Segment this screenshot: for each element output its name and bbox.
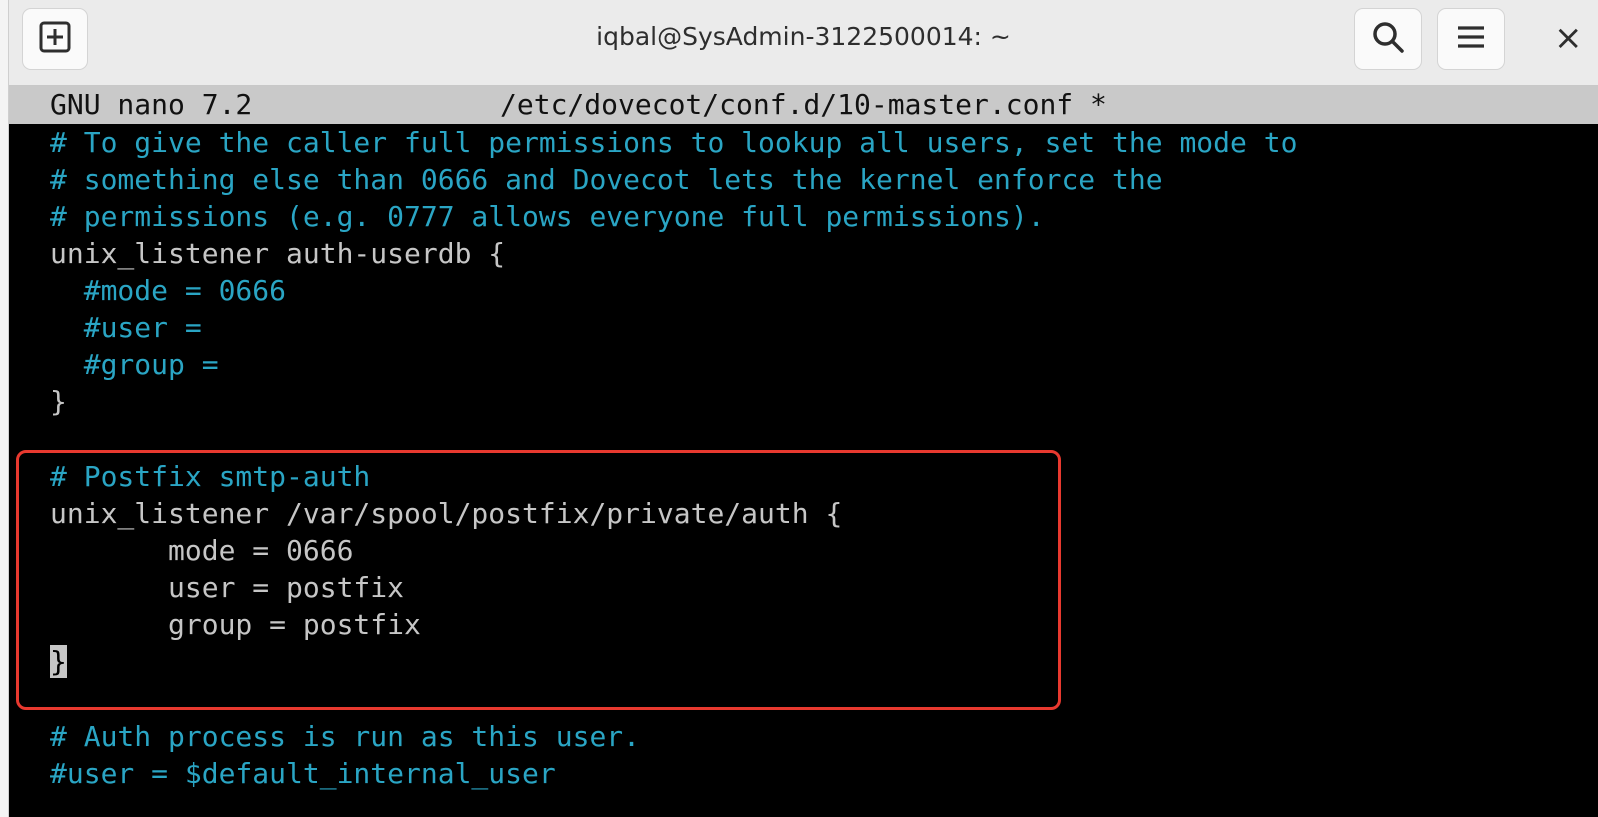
- close-icon: ×: [1554, 18, 1583, 58]
- nano-filename: /etc/dovecot/conf.d/10-master.conf *: [500, 88, 1107, 121]
- hamburger-menu-icon: [1456, 23, 1486, 56]
- editor-line: }: [50, 385, 67, 418]
- editor-line: #user = $default_internal_user: [50, 757, 556, 790]
- close-button[interactable]: ×: [1554, 18, 1583, 58]
- editor-line: #user =: [50, 311, 202, 344]
- editor-line: # Auth process is run as this user.: [50, 720, 641, 753]
- nano-header-bar: GNU nano 7.2 /etc/dovecot/conf.d/10-mast…: [9, 86, 1598, 124]
- terminal-window: iqbal@SysAdmin-3122500014: ~ × GNU nano …: [9, 0, 1598, 817]
- editor-line: unix_listener auth-userdb {: [50, 237, 506, 270]
- title-bar: iqbal@SysAdmin-3122500014: ~ ×: [9, 0, 1598, 86]
- editor-line: #mode = 0666: [50, 274, 287, 307]
- search-button[interactable]: [1354, 8, 1422, 70]
- editor-line: # To give the caller full permissions to…: [50, 126, 1298, 159]
- editor-text-area[interactable]: # To give the caller full permissions to…: [9, 124, 1598, 817]
- background-window-edge: [0, 0, 9, 817]
- editor-line: # permissions (e.g. 0777 allows everyone…: [50, 200, 1045, 233]
- menu-button[interactable]: [1437, 8, 1505, 70]
- editor-line: #group =: [50, 348, 219, 381]
- search-icon: [1371, 20, 1405, 59]
- nano-version: GNU nano 7.2: [50, 88, 253, 121]
- highlight-annotation-box: [16, 450, 1061, 710]
- editor-line: # something else than 0666 and Dovecot l…: [50, 163, 1163, 196]
